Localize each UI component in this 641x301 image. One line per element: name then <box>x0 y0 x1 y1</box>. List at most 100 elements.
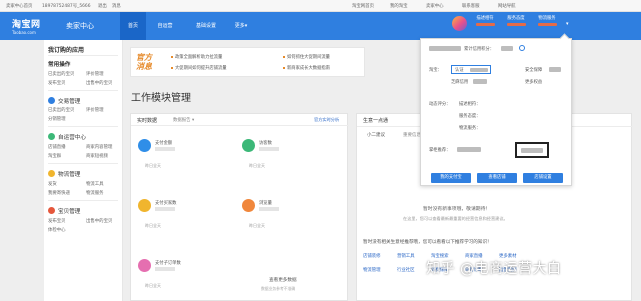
banner-title-line1: 官方 <box>136 53 152 62</box>
home-link[interactable]: 卖家中心首页 <box>6 3 32 9</box>
topbar-link-mytaobao[interactable]: 我的淘宝 <box>390 3 408 9</box>
topbar-link-taobao[interactable]: 淘宝网首页 <box>352 3 374 9</box>
more-rights-link[interactable]: 更多权益 <box>525 79 542 85</box>
card-tab-report[interactable]: 数据报告 ▾ <box>173 117 194 123</box>
metric-buyers[interactable]: 支付买家数 昨日全天 <box>138 199 238 237</box>
self-op-icon <box>48 133 55 140</box>
shop-info-popover: 累计信用积分： 淘宝： 认证 安全保障 芝麻信用 更多权益 动态评分： 描述相符… <box>420 33 572 186</box>
user-icon[interactable] <box>519 45 525 51</box>
tab-basic-settings[interactable]: 基础设置 <box>188 12 224 40</box>
dsr-title: 动态评分： <box>429 102 451 107</box>
sidebar-item[interactable]: 分销管理 <box>48 116 66 122</box>
certify-link[interactable]: 认证 <box>455 67 464 73</box>
metric-prev: 昨日全天 <box>145 283 161 288</box>
tab-important[interactable]: 重要信息 <box>403 132 421 138</box>
stat-description[interactable]: 描述相符 <box>474 16 496 26</box>
metric-label: 浏览量 <box>259 201 272 206</box>
metric-pageviews[interactable]: 浏览量 昨日全天 <box>242 199 342 237</box>
section-logistics[interactable]: 物流管理 <box>58 170 80 178</box>
learn-link[interactable]: 营销工具 <box>397 253 415 259</box>
sidebar-item[interactable]: 评价管理 <box>86 107 104 113</box>
sidebar-item[interactable]: 发布宝贝 <box>48 80 66 86</box>
card-tab-realtime[interactable]: 实时数据 <box>137 117 157 124</box>
realtime-analysis-link[interactable]: 官方实时分析 <box>314 117 339 123</box>
learn-link[interactable]: 行业社区 <box>397 267 415 273</box>
sidebar-item[interactable]: 评价管理 <box>86 71 104 77</box>
section-goods[interactable]: 宝贝管理 <box>58 207 80 215</box>
shop-settings-button[interactable]: 店铺设置 <box>523 173 563 183</box>
topbar-link-sitemap[interactable]: 网站导航 <box>498 3 516 9</box>
taobao-logo[interactable]: 淘宝网 Taobao.com <box>12 17 41 35</box>
dsr-item: 物流服务： <box>459 126 481 131</box>
sidebar-item[interactable]: 出售中的宝贝 <box>86 80 112 86</box>
tab-home[interactable]: 首页 <box>120 12 146 40</box>
certify-box[interactable]: 认证 <box>451 65 491 74</box>
buyer-icon <box>138 199 151 212</box>
stat-service[interactable]: 服务态度 <box>505 16 527 26</box>
sidebar-item[interactable]: 已卖出的宝贝 <box>48 107 74 113</box>
tab-self-operation[interactable]: 自运营 <box>150 12 180 40</box>
metric-value <box>259 147 279 151</box>
common-ops-title: 常用操作 <box>48 62 71 68</box>
stat-value-bar <box>537 23 557 26</box>
section-self-op[interactable]: 自运营中心 <box>58 133 86 141</box>
news-item[interactable]: 政策全面解析助力拉流量 <box>171 54 222 60</box>
news-item[interactable]: 如何抓住大促期间流量 <box>283 54 330 60</box>
sidebar-item[interactable]: 发货 <box>48 181 57 187</box>
divider <box>48 90 118 91</box>
messages-link[interactable]: 消息 <box>112 3 121 9</box>
section-trade[interactable]: 交易管理 <box>58 97 80 105</box>
learn-link[interactable]: 物流管理 <box>363 267 381 273</box>
view-more-data-link[interactable]: 查看更多数据 <box>269 277 297 283</box>
sidebar-item[interactable]: 我要寄快递 <box>48 190 70 196</box>
metric-pay-amount[interactable]: 支付金额 昨日全天 <box>138 139 238 177</box>
sidebar-item[interactable]: 店铺直播 <box>48 144 66 150</box>
top-utility-bar: 卖家中心首页 18978752487号_5666 退出 消息 淘宝网首页 我的淘… <box>0 0 641 12</box>
divider <box>48 55 118 56</box>
username[interactable]: 18978752487号_5666 <box>42 3 91 9</box>
security-link[interactable]: 安全保障 <box>525 67 542 73</box>
yen-icon <box>138 139 151 152</box>
security-value <box>549 67 561 72</box>
sidebar-item[interactable]: 物流服务 <box>86 190 104 196</box>
banner-title: 官方 消息 <box>136 53 152 71</box>
tab-suggestions[interactable]: 小二建议 <box>367 132 385 138</box>
metric-prev: 昨日全天 <box>145 223 161 228</box>
stat-label: 描述相符 <box>476 16 494 21</box>
sidebar-item[interactable]: 物流工具 <box>86 181 104 187</box>
view-shop-button[interactable]: 查看店铺 <box>477 173 517 183</box>
sidebar-item[interactable]: 商家内容管理 <box>86 144 112 150</box>
news-item[interactable]: 大促期间如何提升店铺流量 <box>171 65 227 71</box>
learn-link[interactable]: 店铺装修 <box>363 253 381 259</box>
logo-subtext: Taobao.com <box>12 30 36 35</box>
sidebar-item[interactable]: 出售中的宝贝 <box>86 218 112 224</box>
sidebar: 我订购的应用 常用操作 已卖出的宝贝 评价管理 发布宝贝 出售中的宝贝 交易管理… <box>44 40 123 301</box>
card-header: 实时数据 数据报告 ▾ 官方实时分析 <box>131 114 349 126</box>
trade-icon <box>48 97 55 104</box>
chevron-down-icon: ▾ <box>244 23 248 29</box>
credit-value <box>501 46 513 51</box>
zhima-value <box>473 79 487 84</box>
zhima-link[interactable]: 芝麻信用 <box>451 79 468 85</box>
highlight-box <box>515 142 549 158</box>
stat-value-bar <box>506 23 526 26</box>
sidebar-title: 我订购的应用 <box>48 47 85 54</box>
chevron-down-icon[interactable]: ▾ <box>566 21 569 27</box>
logout-link[interactable]: 退出 <box>98 3 107 9</box>
topbar-link-seller[interactable]: 卖家中心 <box>426 3 444 9</box>
my-alipay-button[interactable]: 我的支付宝 <box>431 173 471 183</box>
metric-prev: 昨日全天 <box>145 163 161 168</box>
sidebar-item[interactable]: 已卖出的宝贝 <box>48 71 74 77</box>
metric-visitors[interactable]: 访客数 昨日全天 <box>242 139 342 177</box>
sidebar-item[interactable]: 淘宝群 <box>48 153 61 159</box>
news-item[interactable]: 新商家成长大数据指南 <box>283 65 330 71</box>
topbar-link-service[interactable]: 联系客服 <box>462 3 480 9</box>
shop-avatar[interactable] <box>452 16 467 31</box>
tab-more[interactable]: 更多▾ <box>230 12 252 40</box>
sidebar-item[interactable]: 发布宝贝 <box>48 218 66 224</box>
sidebar-item[interactable]: 商家短视频 <box>86 153 108 159</box>
sidebar-item[interactable]: 体检中心 <box>48 227 66 233</box>
official-news-banner: 官方 消息 政策全面解析助力拉流量 如何抓住大促期间流量 大促期间如何提升店铺流… <box>130 47 365 77</box>
metric-suborders[interactable]: 支付子订单数 昨日全天 <box>138 259 238 297</box>
stat-logistics[interactable]: 物流服务 <box>536 16 558 26</box>
